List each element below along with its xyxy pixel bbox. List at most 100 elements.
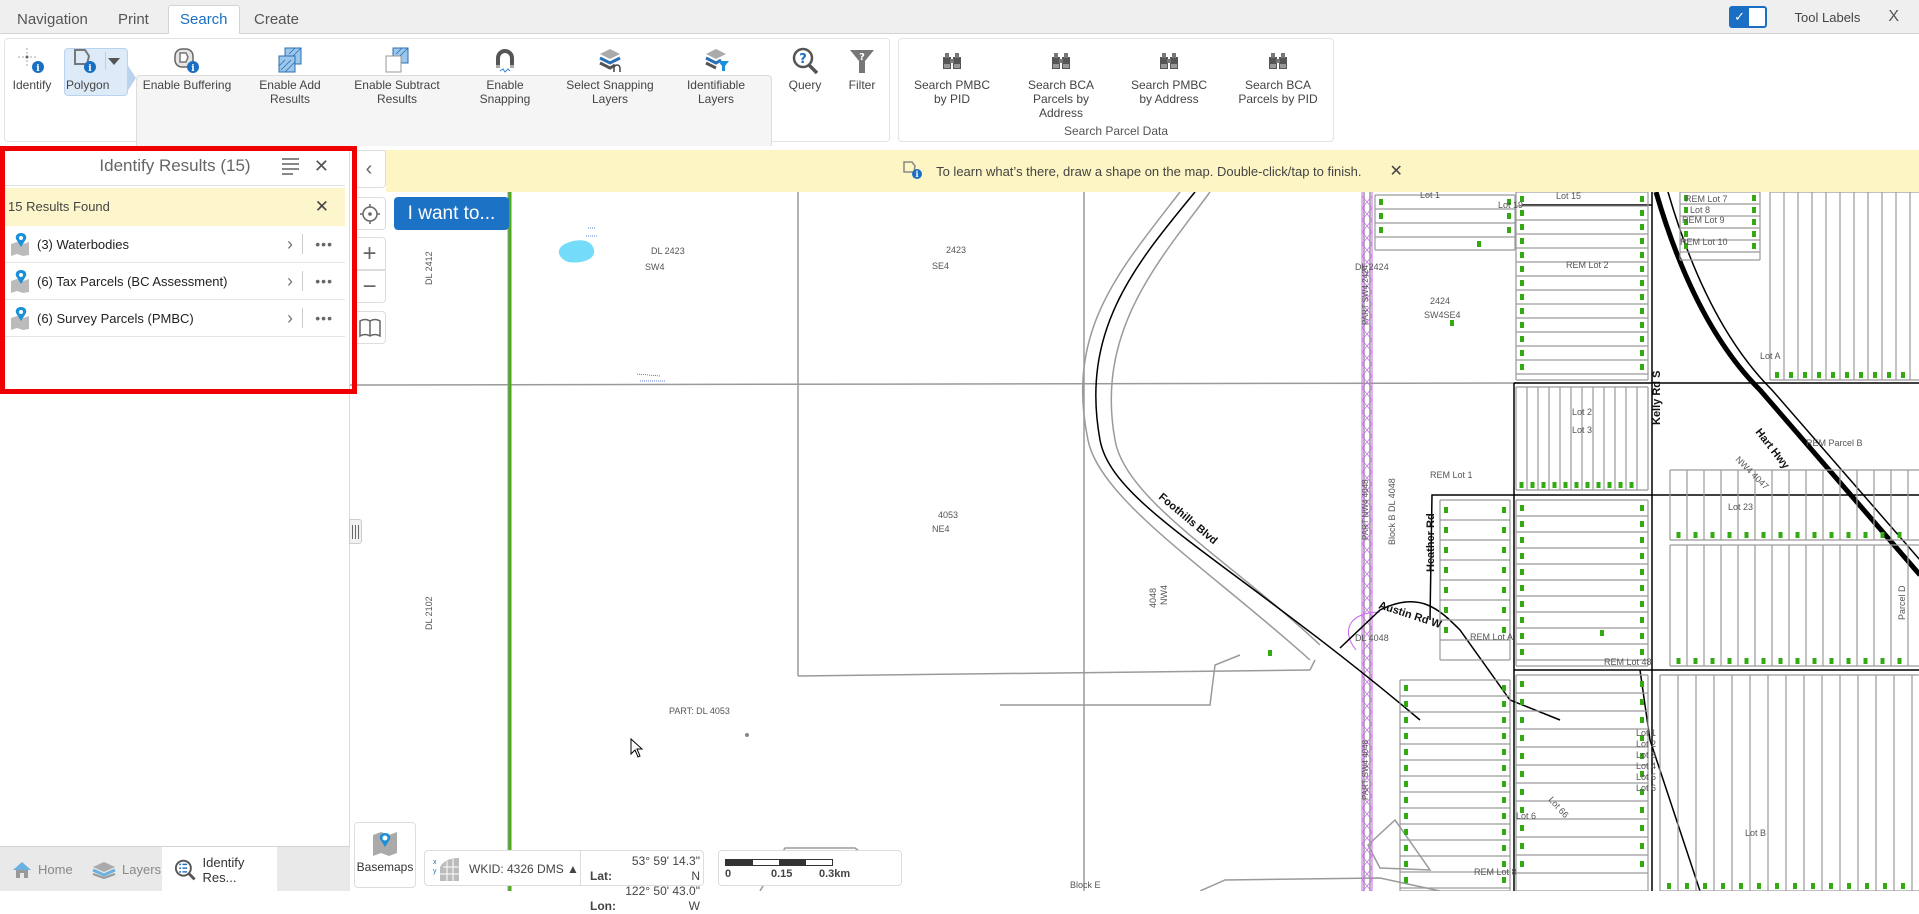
map-label: Lot 15 [1556, 191, 1581, 201]
polygon-dropdown-arrow[interactable] [108, 58, 120, 65]
basemaps-button[interactable]: Basemaps [354, 822, 416, 888]
lat-lon-values: Lat: 53° 59' 14.3" N Lon: 122° 50' 43.0" W [590, 854, 700, 914]
zoom-in-button[interactable]: + [353, 237, 386, 270]
map-pin-icon [11, 233, 29, 256]
result-group-label: (6) Survey Parcels (PMBC) [37, 311, 194, 326]
list-options-icon[interactable] [282, 158, 299, 178]
tree-marker [1752, 219, 1756, 225]
tree-marker [1502, 829, 1506, 835]
parcel-line [1000, 654, 1316, 706]
filter-button[interactable]: ? Filter [840, 44, 884, 92]
tree-marker [1693, 532, 1698, 538]
identifiable-layers-button[interactable]: Identifiable Layers [676, 44, 756, 106]
map-label: DL 4048 [1355, 633, 1389, 643]
tree-marker [1618, 482, 1623, 488]
close-panel-button[interactable]: ✕ [314, 146, 329, 186]
chevron-right-icon[interactable]: › [287, 300, 293, 337]
more-options-icon[interactable]: ••• [315, 300, 333, 337]
more-options-icon[interactable]: ••• [315, 226, 333, 263]
close-ribbon-button[interactable]: X [1888, 8, 1899, 26]
tab-print[interactable]: Print [107, 6, 160, 34]
search-bca-parcels-by-address-button[interactable]: Search BCA Parcels by Address [1016, 44, 1106, 120]
tree-marker [1789, 372, 1793, 378]
zoom-out-button[interactable]: − [353, 270, 386, 303]
map-label: Lot 2 [1572, 407, 1592, 417]
map-label: Lot 2 [1636, 739, 1656, 749]
search-pmbc-by-pid-button[interactable]: Search PMBC by PID [906, 44, 998, 106]
map-label: Lot 3 [1572, 425, 1592, 435]
search-bca-by-address-label: Search BCA Parcels by Address [1027, 78, 1095, 120]
tree-marker [1552, 482, 1557, 488]
result-group-tax-parcels[interactable]: (6) Tax Parcels (BC Assessment) › ••• [5, 263, 345, 300]
more-options-icon[interactable]: ••• [315, 263, 333, 300]
tree-marker [1847, 883, 1851, 889]
lat-value: 53° 59' 14.3" N [631, 854, 700, 883]
enable-add-results-button[interactable]: Enable Add Results [254, 44, 326, 106]
binoculars-icon [1016, 44, 1106, 78]
tab-search[interactable]: Search [168, 5, 240, 35]
tree-marker [1640, 224, 1644, 230]
tool-labels-toggle[interactable]: ✓ [1728, 6, 1767, 28]
tree-marker [1640, 717, 1644, 723]
identify-button[interactable]: i Identify [8, 44, 56, 92]
tree-marker [1640, 294, 1644, 300]
locate-button[interactable] [353, 197, 386, 230]
bottom-tab-identify-results[interactable]: Identify Res... [162, 847, 277, 892]
map-label: Lot 19 [1498, 200, 1523, 210]
bottom-tab-layers[interactable]: Layers [80, 847, 162, 892]
map-label: 4053 [938, 510, 958, 520]
bookmarks-button[interactable] [353, 311, 386, 344]
tree-marker [1585, 482, 1590, 488]
search-parcel-data-title: Search Parcel Data [1063, 124, 1169, 138]
tree-marker [1795, 532, 1800, 538]
snapping-layers-icon [560, 44, 660, 78]
i-want-to-button[interactable]: I want to... [394, 197, 509, 230]
enable-snapping-button[interactable]: Enable Snapping [460, 44, 550, 106]
enable-subtract-results-button[interactable]: Enable Subtract Results [352, 44, 442, 106]
parcel-boundaries [350, 191, 1521, 891]
select-snapping-layers-button[interactable]: Select Snapping Layers [560, 44, 660, 106]
parcel-line [350, 382, 1521, 386]
map-label: REM Lot 9 [1682, 215, 1725, 225]
result-group-survey-parcels[interactable]: (6) Survey Parcels (PMBC) › ••• [5, 300, 345, 337]
tree-marker [1640, 569, 1644, 575]
tab-create[interactable]: Create [243, 6, 310, 34]
search-pmbc-by-address-button[interactable]: Search PMBC by Address [1124, 44, 1214, 106]
wkid-selector[interactable]: WKID: 4326 DMS ▲ [469, 851, 579, 887]
tree-marker [1778, 532, 1783, 538]
polygon-button[interactable]: i Polygon [66, 44, 109, 92]
tab-navigation[interactable]: Navigation [6, 6, 99, 34]
search-bca-parcels-by-pid-button[interactable]: Search BCA Parcels by PID [1232, 44, 1324, 106]
map-canvas[interactable]: DL 2423 SW4 2423 SE4 DL 2412 DL 2102 405… [350, 146, 1919, 891]
svg-text:i: i [191, 64, 195, 74]
tree-marker [1444, 547, 1448, 553]
tree-marker [1710, 532, 1715, 538]
query-button[interactable]: ? Query [780, 44, 830, 92]
chevron-right-icon[interactable]: › [287, 226, 293, 263]
tree-marker [1744, 658, 1749, 664]
clear-results-button[interactable]: ✕ [315, 188, 329, 226]
result-group-waterbodies[interactable]: (3) Waterbodies › ••• [5, 226, 345, 263]
tree-marker [1640, 699, 1644, 705]
tree-marker [1541, 482, 1546, 488]
road-label: Kelly Rd S [1651, 371, 1663, 425]
bottom-tab-label: Identify Res... [202, 854, 245, 885]
map-label: REM Lot 2 [1566, 260, 1609, 270]
close-banner-button[interactable]: ✕ [1389, 161, 1402, 181]
collapse-panel-button[interactable]: ‹ [352, 150, 386, 188]
tree-marker [1520, 537, 1524, 543]
tree-marker [1744, 532, 1749, 538]
panel-title: Identify Results (15) [99, 156, 251, 175]
enable-buffering-button[interactable]: i Enable Buffering [142, 44, 232, 92]
map-label: REM Lot 7 [1685, 194, 1728, 204]
panel-resize-handle[interactable] [349, 519, 362, 544]
tree-marker [1379, 199, 1383, 205]
foothills-row-outer [1081, 191, 1311, 661]
map-label: 2423 [946, 245, 966, 255]
tree-marker [1520, 569, 1524, 575]
map-view[interactable]: DL 2423 SW4 2423 SE4 DL 2412 DL 2102 405… [350, 146, 1919, 891]
map-label: REM Lot 48 [1604, 657, 1652, 667]
bottom-tab-home[interactable]: Home [0, 847, 80, 892]
binoculars-icon [1232, 44, 1324, 78]
chevron-right-icon[interactable]: › [287, 263, 293, 300]
